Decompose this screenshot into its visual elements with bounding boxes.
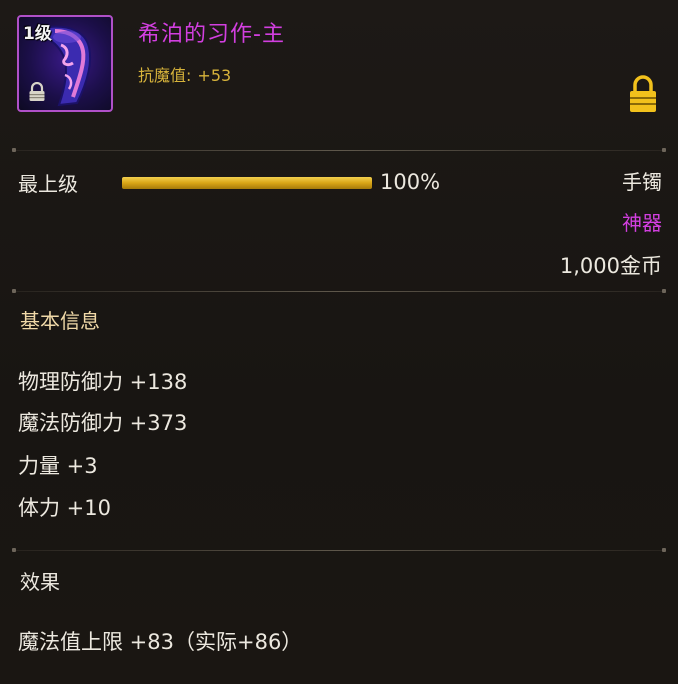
effects-title: 效果 xyxy=(20,570,60,594)
stat-line: 力量 +3 xyxy=(18,454,98,478)
item-rarity: 神器 xyxy=(622,211,662,235)
grade-progress-bar xyxy=(122,177,372,189)
item-tooltip: 1级 希泊的习作-主 抗魔值: +53 最上级 100% 手镯 神器 1,000金… xyxy=(0,0,678,684)
divider-dot xyxy=(12,148,16,152)
stat-line: 魔法防御力 +373 xyxy=(18,411,188,435)
padlock-icon[interactable] xyxy=(628,74,658,114)
grade-progress-fill xyxy=(122,177,372,189)
grade-percent: 100% xyxy=(380,170,441,194)
grade-label: 最上级 xyxy=(18,172,78,196)
stat-line: 物理防御力 +138 xyxy=(18,370,188,394)
divider-dot xyxy=(662,289,666,293)
divider xyxy=(14,291,664,292)
effect-line: 魔法值上限 +83（实际+86） xyxy=(18,630,303,654)
resist-row: 抗魔值: +53 xyxy=(138,62,231,86)
item-level-label: 1级 xyxy=(23,24,52,44)
item-slot: 手镯 xyxy=(622,170,662,194)
item-price: 1,000金币 xyxy=(559,254,662,278)
divider-dot xyxy=(12,548,16,552)
item-name: 希泊的习作-主 xyxy=(138,22,285,47)
divider-dot xyxy=(662,148,666,152)
stat-line: 体力 +10 xyxy=(18,496,111,520)
small-padlock-icon xyxy=(29,82,45,101)
item-icon-frame[interactable]: 1级 xyxy=(17,15,113,112)
divider xyxy=(14,550,664,551)
divider-dot xyxy=(662,548,666,552)
divider-dot xyxy=(12,289,16,293)
resist-value: +53 xyxy=(197,66,232,85)
basic-info-title: 基本信息 xyxy=(20,309,100,333)
resist-label: 抗魔值: xyxy=(138,66,192,85)
divider xyxy=(14,150,664,151)
